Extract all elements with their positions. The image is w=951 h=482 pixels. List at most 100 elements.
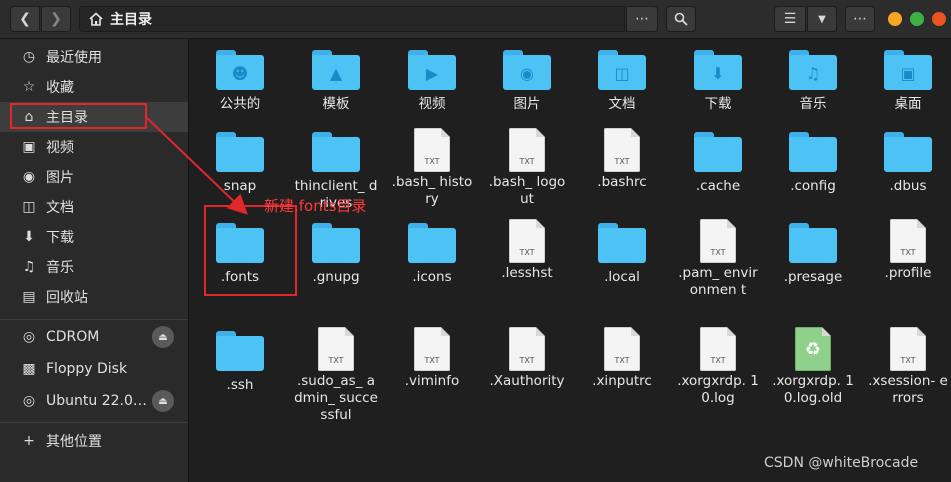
sidebar-device-floppy[interactable]: ▩ Floppy Disk bbox=[0, 354, 188, 384]
eject-icon[interactable]: ⏏ bbox=[152, 326, 174, 348]
file-item[interactable]: .presage bbox=[765, 219, 861, 286]
play-icon: ▶ bbox=[425, 64, 439, 83]
file-name: .dbus bbox=[889, 178, 927, 194]
file-item[interactable]: ♻ .xorgxrdp. 10.log.old bbox=[765, 327, 861, 407]
people-icon: ☻ bbox=[231, 64, 249, 83]
file-name: .bashrc bbox=[597, 174, 647, 190]
minimize-button[interactable] bbox=[888, 12, 902, 26]
camera-icon: ◉ bbox=[520, 64, 534, 83]
main-menu-button[interactable]: ⋯ bbox=[845, 6, 875, 32]
recycle-icon: ♻ bbox=[804, 339, 822, 360]
file-item[interactable]: .ssh bbox=[192, 327, 288, 394]
file-item[interactable]: ▲ 模板 bbox=[288, 46, 384, 113]
file-name: .sudo_as_ admin_ successful bbox=[294, 373, 378, 423]
file-item[interactable]: TXT .xinputrc bbox=[574, 327, 670, 390]
folder-icon bbox=[216, 132, 264, 172]
file-item[interactable]: ◫ 文档 bbox=[574, 46, 670, 113]
sidebar-device-cdrom[interactable]: ◎ CDROM ⏏ bbox=[0, 322, 188, 352]
sidebar-item-label: 收藏 bbox=[46, 80, 74, 96]
sidebar-item-videos[interactable]: ▣ 视频 bbox=[0, 132, 188, 162]
file-item[interactable]: TXT .bash_ history bbox=[384, 128, 480, 208]
sidebar-item-label: 其他位置 bbox=[46, 434, 102, 450]
file-item[interactable]: ♫ 音乐 bbox=[765, 46, 861, 113]
file-item[interactable]: .dbus bbox=[860, 128, 951, 195]
music-icon: ♫ bbox=[22, 259, 36, 275]
file-item[interactable]: TXT .profile bbox=[860, 219, 951, 282]
sidebar-item-label: 下载 bbox=[46, 230, 74, 246]
back-button[interactable]: ❮ bbox=[10, 6, 40, 32]
sidebar-item-label: 视频 bbox=[46, 140, 74, 156]
text-file-icon: TXT bbox=[414, 128, 450, 172]
file-manager-window: ❮ ❯ 主目录 ⋯ ☰ ▼ ⋯ ◷ 最近使用 ☆ 收藏 ⌂ 主目录 ▣ 视频 ◉… bbox=[0, 0, 951, 482]
file-item[interactable]: TXT .xorgxrdp. 10.log bbox=[670, 327, 766, 407]
maximize-button[interactable] bbox=[910, 12, 924, 26]
eject-icon[interactable]: ⏏ bbox=[152, 390, 174, 412]
file-item[interactable]: TXT .pam_ environmen t bbox=[670, 219, 766, 299]
file-item[interactable]: ◉ 图片 bbox=[479, 46, 575, 113]
file-type-badge: TXT bbox=[710, 356, 726, 365]
sidebar-item-other-locations[interactable]: + 其他位置 bbox=[0, 426, 188, 456]
folder-icon: ▣ bbox=[884, 50, 932, 90]
sidebar-item-trash[interactable]: ▤ 回收站 bbox=[0, 282, 188, 312]
text-file-icon: TXT bbox=[509, 327, 545, 371]
sidebar-item-label: 回收站 bbox=[46, 290, 88, 306]
folder-icon bbox=[312, 132, 360, 172]
search-icon bbox=[674, 12, 688, 26]
file-type-badge: TXT bbox=[710, 248, 726, 257]
more-icon: ⋯ bbox=[635, 11, 649, 27]
close-button[interactable] bbox=[932, 12, 946, 26]
file-type-badge: TXT bbox=[424, 157, 440, 166]
text-file-icon: TXT bbox=[604, 128, 640, 172]
file-item[interactable]: TXT .bashrc bbox=[574, 128, 670, 191]
sidebar-item-documents[interactable]: ◫ 文档 bbox=[0, 192, 188, 222]
path-bar[interactable]: 主目录 bbox=[79, 6, 625, 32]
file-item[interactable]: TXT .viminfo bbox=[384, 327, 480, 390]
path-options-button[interactable]: ⋯ bbox=[626, 6, 658, 32]
file-name: .lesshst bbox=[501, 265, 553, 281]
file-item[interactable]: TXT .sudo_as_ admin_ successful bbox=[288, 327, 384, 424]
path-label[interactable]: 主目录 bbox=[110, 9, 152, 29]
floppy-icon: ▩ bbox=[22, 361, 36, 377]
file-name: 图片 bbox=[513, 96, 541, 112]
file-item[interactable]: TXT .bash_ logout bbox=[479, 128, 575, 208]
file-item[interactable]: TXT .lesshst bbox=[479, 219, 575, 282]
file-name: .xsession- errors bbox=[868, 373, 948, 406]
sidebar-item-label: 图片 bbox=[46, 170, 74, 186]
file-item[interactable]: ⬇ 下载 bbox=[670, 46, 766, 113]
recycle-file-icon: ♻ bbox=[795, 327, 831, 371]
file-name: .Xauthority bbox=[489, 373, 565, 389]
sidebar-item-label: 文档 bbox=[46, 200, 74, 216]
file-item[interactable]: ▣ 桌面 bbox=[860, 46, 951, 113]
file-item[interactable]: ☻ 公共的 bbox=[192, 46, 288, 113]
sidebar-item-pictures[interactable]: ◉ 图片 bbox=[0, 162, 188, 192]
folder-icon: ▶ bbox=[408, 50, 456, 90]
camera-icon: ◉ bbox=[22, 169, 36, 185]
file-item[interactable]: .gnupg bbox=[288, 219, 384, 286]
file-item[interactable]: ▶ 视频 bbox=[384, 46, 480, 113]
sidebar-item-recent[interactable]: ◷ 最近使用 bbox=[0, 42, 188, 72]
file-item[interactable]: TXT .Xauthority bbox=[479, 327, 575, 390]
sidebar-item-starred[interactable]: ☆ 收藏 bbox=[0, 72, 188, 102]
file-item[interactable]: .local bbox=[574, 219, 670, 286]
file-type-badge: TXT bbox=[519, 248, 535, 257]
sidebar-device-ubuntu[interactable]: ◎ Ubuntu 22.0… ⏏ bbox=[0, 386, 188, 416]
folder-icon: ☻ bbox=[216, 50, 264, 90]
text-file-icon: TXT bbox=[414, 327, 450, 371]
file-name: .presage bbox=[783, 269, 843, 285]
sidebar-item-downloads[interactable]: ⬇ 下载 bbox=[0, 222, 188, 252]
file-grid: ☻ 公共的 ▲ 模板 ▶ 视频 ◉ 图片 ◫ 文档 ⬇ 下载 ♫ 音乐 ▣ 桌面 snap thinclient_… bbox=[190, 39, 951, 482]
file-item[interactable]: .icons bbox=[384, 219, 480, 286]
forward-button[interactable]: ❯ bbox=[41, 6, 71, 32]
disc-icon: ◎ bbox=[22, 329, 36, 345]
view-list-button[interactable]: ☰ bbox=[774, 6, 806, 32]
file-item[interactable]: .config bbox=[765, 128, 861, 195]
view-options-button[interactable]: ▼ bbox=[807, 6, 837, 32]
file-item[interactable]: .cache bbox=[670, 128, 766, 195]
search-button[interactable] bbox=[666, 6, 696, 32]
file-name: .ssh bbox=[226, 377, 254, 393]
sidebar-item-music[interactable]: ♫ 音乐 bbox=[0, 252, 188, 282]
file-item[interactable]: TXT .xsession- errors bbox=[860, 327, 951, 407]
sidebar-item-label: Ubuntu 22.0… bbox=[46, 393, 147, 409]
file-item[interactable]: snap bbox=[192, 128, 288, 195]
file-name: 下载 bbox=[704, 96, 732, 112]
